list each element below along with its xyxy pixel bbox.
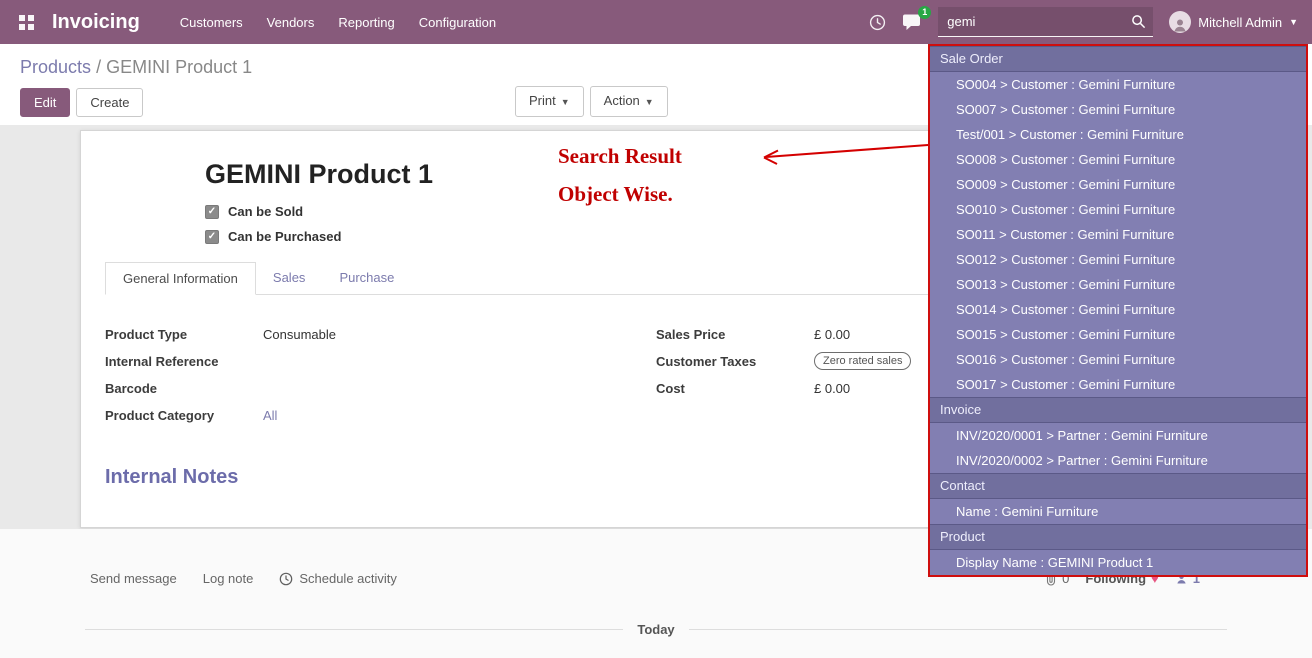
- field-barcode: Barcode: [105, 379, 656, 397]
- search-results-dropdown: Sale Order SO004 > Customer : Gemini Fur…: [928, 44, 1308, 577]
- field-value: Consumable: [263, 327, 336, 342]
- can-be-purchased-label: Can be Purchased: [228, 229, 341, 244]
- search-result-item[interactable]: SO014 > Customer : Gemini Furniture: [930, 297, 1306, 322]
- field-label: Customer Taxes: [656, 354, 814, 369]
- search-result-item[interactable]: INV/2020/0002 > Partner : Gemini Furnitu…: [930, 448, 1306, 473]
- field-product-category: Product Category All: [105, 406, 656, 424]
- menu-reporting[interactable]: Reporting: [326, 7, 406, 38]
- user-name: Mitchell Admin: [1198, 15, 1282, 30]
- breadcrumb-products-link[interactable]: Products: [20, 57, 91, 77]
- send-message-button[interactable]: Send message: [90, 571, 177, 586]
- search-result-item[interactable]: Display Name : GEMINI Product 1: [930, 550, 1306, 575]
- search-result-item[interactable]: SO015 > Customer : Gemini Furniture: [930, 322, 1306, 347]
- chevron-down-icon: ▼: [645, 97, 654, 107]
- field-label: Internal Reference: [105, 354, 263, 369]
- field-internal-reference: Internal Reference: [105, 352, 656, 370]
- tab-sales[interactable]: Sales: [256, 262, 323, 294]
- search-result-item[interactable]: SO004 > Customer : Gemini Furniture: [930, 72, 1306, 97]
- tab-general-information[interactable]: General Information: [105, 262, 256, 295]
- field-label: Product Type: [105, 327, 263, 342]
- main-menu: Customers Vendors Reporting Configuratio…: [168, 7, 508, 38]
- action-dropdown-button[interactable]: Action▼: [590, 86, 668, 117]
- field-label: Product Category: [105, 408, 263, 423]
- search-result-item[interactable]: INV/2020/0001 > Partner : Gemini Furnitu…: [930, 423, 1306, 448]
- can-be-sold-label: Can be Sold: [228, 204, 303, 219]
- menu-configuration[interactable]: Configuration: [407, 7, 508, 38]
- group-header-product: Product: [930, 524, 1306, 550]
- tab-purchase[interactable]: Purchase: [322, 262, 411, 294]
- menu-customers[interactable]: Customers: [168, 7, 255, 38]
- log-note-button[interactable]: Log note: [203, 571, 254, 586]
- activities-clock-icon[interactable]: [869, 14, 886, 31]
- search-result-item[interactable]: SO009 > Customer : Gemini Furniture: [930, 172, 1306, 197]
- action-buttons: Print▼ Action▼: [515, 86, 668, 117]
- group-header-contact: Contact: [930, 473, 1306, 499]
- divider-line: [85, 629, 623, 630]
- annotation-text: Search Result Object Wise.: [558, 144, 682, 207]
- search-result-item[interactable]: SO008 > Customer : Gemini Furniture: [930, 147, 1306, 172]
- annotation-arrow: [752, 138, 932, 168]
- user-menu[interactable]: Mitchell Admin ▼: [1169, 11, 1298, 33]
- search-input[interactable]: [945, 13, 1131, 30]
- print-dropdown-button[interactable]: Print▼: [515, 86, 584, 117]
- field-product-type: Product Type Consumable: [105, 325, 656, 343]
- search-result-item[interactable]: Test/001 > Customer : Gemini Furniture: [930, 122, 1306, 147]
- internal-notes-heading: Internal Notes: [105, 466, 656, 489]
- search-result-item[interactable]: SO012 > Customer : Gemini Furniture: [930, 247, 1306, 272]
- group-header-sale-order: Sale Order: [930, 46, 1306, 72]
- field-label: Cost: [656, 381, 814, 396]
- menu-vendors[interactable]: Vendors: [255, 7, 327, 38]
- today-divider: Today: [85, 622, 1227, 637]
- messages-icon[interactable]: 1: [902, 13, 922, 31]
- apps-grid-icon: [19, 15, 34, 30]
- top-navbar: Invoicing Customers Vendors Reporting Co…: [0, 0, 1312, 44]
- search-result-item[interactable]: SO017 > Customer : Gemini Furniture: [930, 372, 1306, 397]
- create-button[interactable]: Create: [76, 88, 143, 117]
- breadcrumb-current: GEMINI Product 1: [106, 57, 252, 77]
- search-result-item[interactable]: SO011 > Customer : Gemini Furniture: [930, 222, 1306, 247]
- search-icon[interactable]: [1131, 14, 1146, 29]
- apps-menu-button[interactable]: [10, 6, 42, 38]
- customer-tax-tag: Zero rated sales: [814, 352, 911, 370]
- messages-count-badge: 1: [918, 6, 931, 19]
- field-value: All: [263, 408, 277, 423]
- fields-left-column: Product Type Consumable Internal Referen…: [105, 325, 656, 489]
- search-result-item[interactable]: SO010 > Customer : Gemini Furniture: [930, 197, 1306, 222]
- user-avatar: [1169, 11, 1191, 33]
- edit-button[interactable]: Edit: [20, 88, 70, 117]
- field-value: £ 0.00: [814, 327, 850, 342]
- schedule-activity-button[interactable]: Schedule activity: [279, 571, 397, 586]
- chevron-down-icon: ▼: [1289, 18, 1298, 27]
- chevron-down-icon: ▼: [561, 97, 570, 107]
- group-header-invoice: Invoice: [930, 397, 1306, 423]
- search-result-item[interactable]: Name : Gemini Furniture: [930, 499, 1306, 524]
- today-label: Today: [637, 622, 674, 637]
- search-result-item[interactable]: SO007 > Customer : Gemini Furniture: [930, 97, 1306, 122]
- search-result-item[interactable]: SO016 > Customer : Gemini Furniture: [930, 347, 1306, 372]
- divider-line: [689, 629, 1227, 630]
- field-label: Sales Price: [656, 327, 814, 342]
- clock-icon: [279, 572, 293, 586]
- field-label: Barcode: [105, 381, 263, 396]
- can-be-purchased-checkbox[interactable]: ✓: [205, 230, 219, 244]
- app-title[interactable]: Invoicing: [52, 11, 140, 34]
- annotation-line-2: Object Wise.: [558, 182, 682, 207]
- search-result-item[interactable]: SO013 > Customer : Gemini Furniture: [930, 272, 1306, 297]
- global-search-box[interactable]: [938, 7, 1153, 37]
- annotation-line-1: Search Result: [558, 144, 682, 169]
- systray: 1 Mitchell Admin ▼: [869, 7, 1302, 37]
- breadcrumb-separator: /: [96, 57, 101, 77]
- can-be-sold-checkbox[interactable]: ✓: [205, 205, 219, 219]
- field-value: £ 0.00: [814, 381, 850, 396]
